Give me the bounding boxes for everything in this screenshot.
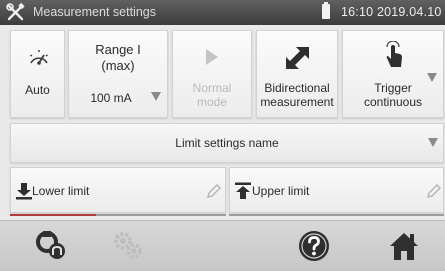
trigger-line2: continuous [363, 95, 423, 109]
lower-limit-label: Lower limit [32, 184, 90, 198]
upper-limit-underline [229, 214, 444, 216]
trigger-line1: Trigger [374, 81, 412, 95]
chevron-down-icon [151, 92, 161, 101]
mode-button[interactable]: Normal mode [172, 30, 252, 118]
bidirectional-arrows-icon [286, 47, 309, 69]
chevron-down-icon [427, 73, 437, 82]
battery-icon [322, 2, 330, 19]
trigger-dropdown[interactable]: Trigger continuous [342, 30, 444, 118]
bidirectional-button[interactable]: Bidirectional measurement [256, 30, 338, 118]
tools-icon [6, 3, 25, 21]
home-icon[interactable] [386, 228, 422, 264]
range-title-line1: Range I [95, 42, 141, 57]
lower-limit-accent [10, 214, 96, 216]
pencil-icon [207, 184, 221, 198]
probe-settings-icon[interactable] [34, 228, 70, 264]
window-title: Measurement settings [33, 5, 156, 19]
range-title-line2: (max) [101, 58, 135, 73]
gears-icon[interactable] [110, 228, 146, 264]
pencil-icon [427, 184, 441, 198]
arrow-up-icon [235, 182, 251, 199]
mode-line2: mode [196, 95, 228, 109]
bottom-toolbar [0, 220, 445, 271]
arrow-down-icon [16, 183, 32, 200]
play-icon [206, 49, 218, 65]
chevron-down-icon [428, 138, 438, 147]
limit-settings-name-label: Limit settings name [175, 136, 279, 150]
help-icon[interactable] [296, 228, 332, 264]
direction-line1: Bidirectional [264, 81, 330, 95]
mode-line1: Normal [192, 81, 232, 95]
direction-line2: measurement [260, 95, 334, 109]
upper-limit-label: Upper limit [252, 184, 310, 198]
gauge-icon [30, 50, 48, 65]
touch-finger-icon [386, 41, 402, 67]
upper-limit-field[interactable]: Upper limit [229, 167, 444, 213]
limit-settings-name-dropdown[interactable]: Limit settings name [10, 123, 444, 163]
lower-limit-underline [96, 214, 226, 216]
lower-limit-field[interactable]: Lower limit [10, 167, 226, 213]
title-bar: Measurement settings 16:10 2019.04.10 [0, 0, 445, 25]
range-dropdown[interactable]: Range I (max) 100 mA [68, 30, 168, 118]
datetime: 16:10 2019.04.10 [341, 5, 442, 19]
